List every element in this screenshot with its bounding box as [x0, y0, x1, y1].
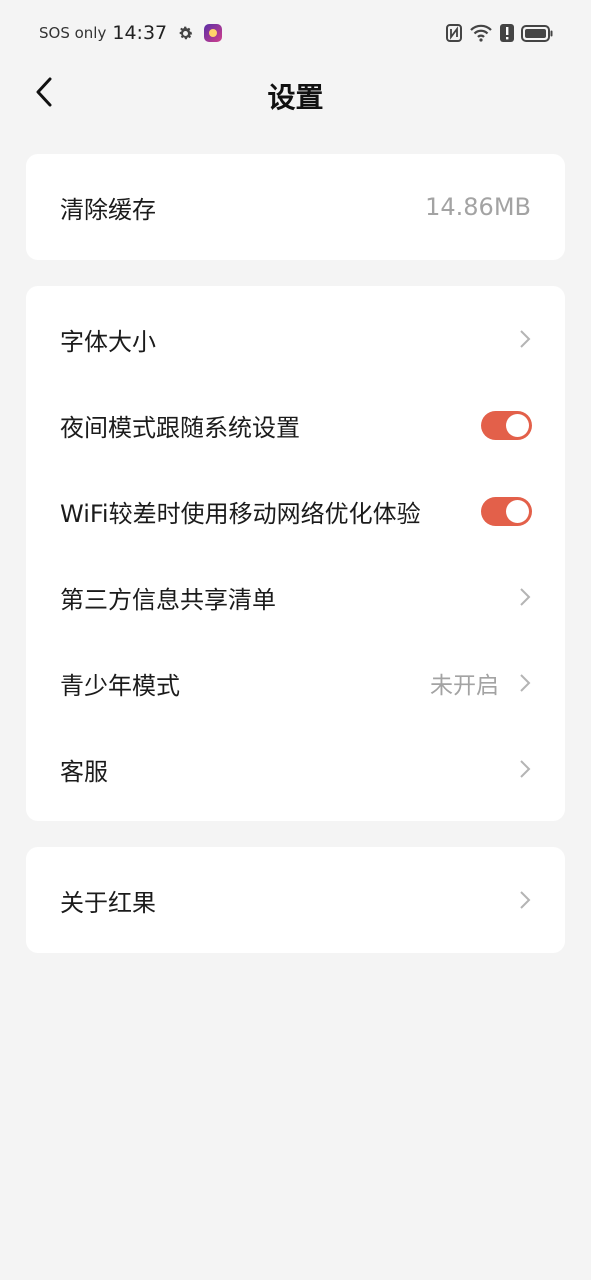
- third-party-label: 第三方信息共享清单: [60, 585, 276, 614]
- settings-card: 字体大小 夜间模式跟随系统设置 WiFi较差时使用移动网络优化体验 第三方信息共…: [26, 286, 565, 821]
- wifi-icon: [470, 24, 492, 42]
- cache-card: 清除缓存 14.86MB: [26, 154, 565, 260]
- about-label: 关于红果: [60, 888, 156, 917]
- wifi-optimize-toggle[interactable]: [481, 496, 532, 526]
- customer-service-label: 客服: [60, 757, 108, 786]
- chevron-right-icon: [520, 760, 531, 778]
- customer-service-row[interactable]: 客服: [26, 726, 565, 812]
- third-party-row[interactable]: 第三方信息共享清单: [26, 554, 565, 640]
- nfc-icon: [446, 24, 462, 42]
- clear-cache-label: 清除缓存: [60, 195, 156, 224]
- night-mode-row: 夜间模式跟随系统设置: [26, 382, 565, 468]
- teen-mode-label: 青少年模式: [60, 671, 180, 700]
- night-mode-toggle[interactable]: [481, 410, 532, 440]
- gear-icon: [179, 26, 193, 39]
- page-title: 设置: [267, 81, 324, 114]
- chevron-right-icon: [520, 588, 531, 606]
- font-size-label: 字体大小: [60, 327, 156, 356]
- alert-icon: [500, 24, 514, 42]
- about-card: 关于红果: [26, 847, 565, 953]
- night-mode-label: 夜间模式跟随系统设置: [60, 413, 300, 442]
- teen-mode-status: 未开启: [430, 673, 499, 699]
- cache-size-value: 14.86MB: [425, 193, 531, 221]
- teen-mode-row[interactable]: 青少年模式 未开启: [26, 640, 565, 726]
- status-bar: SOS only 14:37: [0, 0, 591, 66]
- font-size-row[interactable]: 字体大小: [26, 296, 565, 382]
- about-row[interactable]: 关于红果: [26, 847, 565, 953]
- clear-cache-row[interactable]: 清除缓存 14.86MB: [26, 154, 565, 260]
- carrier-text: SOS only: [39, 24, 107, 42]
- navigation-bar: 设置: [0, 66, 591, 122]
- wifi-optimize-label: WiFi较差时使用移动网络优化体验: [60, 499, 421, 528]
- app-icon: [204, 24, 223, 42]
- chevron-right-icon: [520, 330, 531, 348]
- chevron-right-icon: [520, 674, 531, 692]
- chevron-right-icon: [520, 891, 531, 909]
- battery-icon: [521, 24, 553, 42]
- clock: 14:37: [112, 22, 168, 44]
- wifi-optimize-row: WiFi较差时使用移动网络优化体验: [26, 468, 565, 554]
